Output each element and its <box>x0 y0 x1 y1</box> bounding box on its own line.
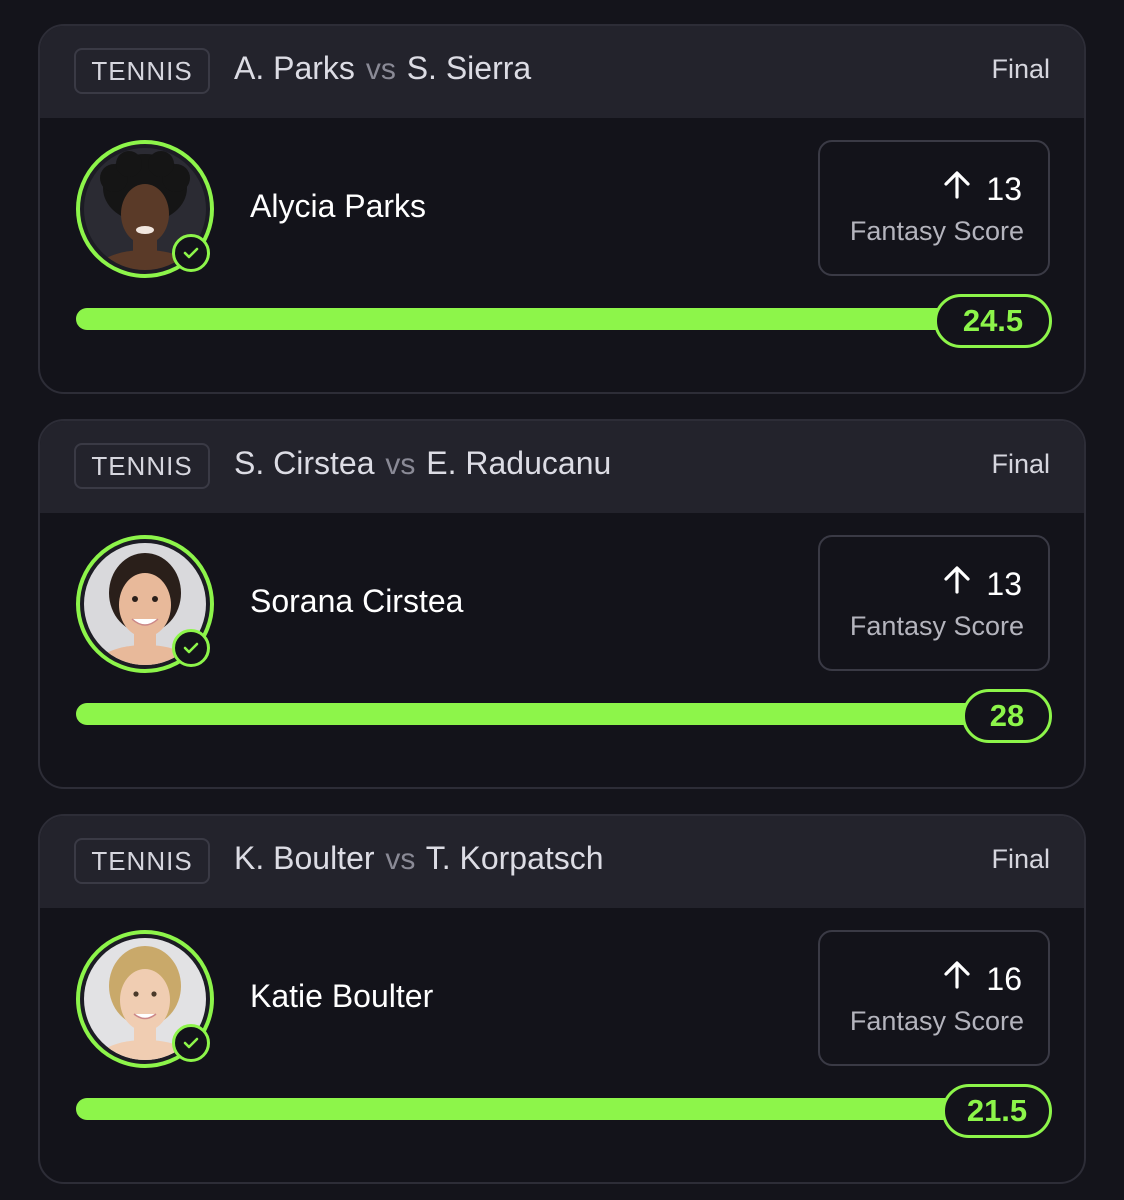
fantasy-score-label: Fantasy Score <box>849 216 1024 246</box>
check-icon <box>172 234 210 272</box>
progress-bar <box>76 703 1016 725</box>
progress-bar <box>76 1098 1016 1120</box>
player-name[interactable]: Sorana Cirstea <box>250 583 463 620</box>
game-status: Final <box>991 844 1050 874</box>
vs-label: vs <box>385 448 416 481</box>
card-header: TENNIS K. Boulter vs T. Korpatsch Final <box>40 816 1084 908</box>
target-line-pill: 21.5 <box>942 1084 1052 1138</box>
progress-fill <box>76 308 1016 330</box>
player-a-name: S. Cirstea <box>234 445 375 481</box>
check-icon <box>172 629 210 667</box>
progress-bar <box>76 308 1016 330</box>
pick-card[interactable]: TENNIS K. Boulter vs T. Korpatsch Final … <box>38 814 1086 1184</box>
card-header: TENNIS S. Cirstea vs E. Raducanu Final <box>40 421 1084 513</box>
player-b-name: S. Sierra <box>406 50 532 86</box>
fantasy-score-value: 16 <box>986 960 1022 997</box>
sport-tag: TENNIS <box>74 48 210 94</box>
pick-card[interactable]: TENNIS S. Cirstea vs E. Raducanu Final S… <box>38 419 1086 789</box>
player-b-name: T. Korpatsch <box>425 840 604 876</box>
target-line-pill: 24.5 <box>934 294 1052 348</box>
matchup[interactable]: S. Cirstea vs E. Raducanu <box>234 445 611 482</box>
fantasy-score-label: Fantasy Score <box>849 611 1024 641</box>
arrow-up-icon <box>942 960 972 998</box>
progress-fill <box>76 703 1016 725</box>
player-name[interactable]: Katie Boulter <box>250 978 433 1015</box>
fantasy-score-value: 13 <box>986 170 1022 207</box>
vs-label: vs <box>385 843 416 876</box>
player-b-name: E. Raducanu <box>426 445 612 481</box>
fantasy-score-box: 13 Fantasy Score <box>818 140 1050 276</box>
pick-card[interactable]: TENNIS A. Parks vs S. Sierra Final Alyci… <box>38 24 1086 394</box>
fantasy-score-box: 16 Fantasy Score <box>818 930 1050 1066</box>
player-a-name: A. Parks <box>234 50 355 86</box>
arrow-up-icon <box>942 170 972 208</box>
sport-tag: TENNIS <box>74 443 210 489</box>
matchup[interactable]: A. Parks vs S. Sierra <box>234 50 531 87</box>
player-a-name: K. Boulter <box>234 840 375 876</box>
arrow-up-icon <box>942 565 972 603</box>
fantasy-score-value: 13 <box>986 565 1022 602</box>
card-header: TENNIS A. Parks vs S. Sierra Final <box>40 26 1084 118</box>
check-icon <box>172 1024 210 1062</box>
target-line-pill: 28 <box>962 689 1052 743</box>
sport-tag: TENNIS <box>74 838 210 884</box>
matchup[interactable]: K. Boulter vs T. Korpatsch <box>234 840 604 877</box>
progress-fill <box>76 1098 1016 1120</box>
game-status: Final <box>991 449 1050 479</box>
player-name[interactable]: Alycia Parks <box>250 188 426 225</box>
game-status: Final <box>991 54 1050 84</box>
fantasy-score-box: 13 Fantasy Score <box>818 535 1050 671</box>
fantasy-score-label: Fantasy Score <box>849 1006 1024 1036</box>
vs-label: vs <box>365 53 396 86</box>
